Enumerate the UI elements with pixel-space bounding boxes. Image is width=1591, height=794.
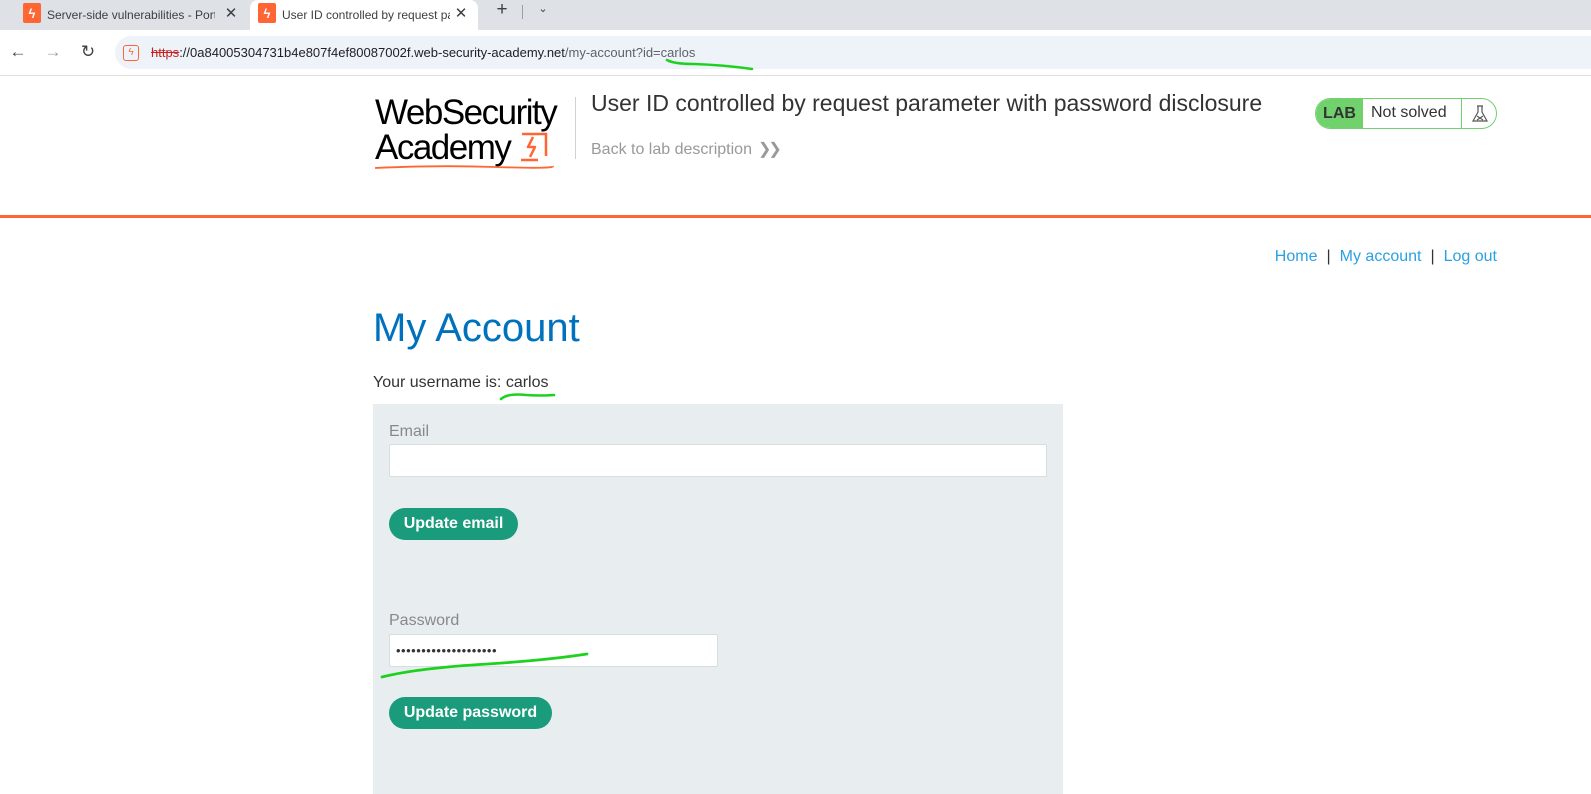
tab-title: Server-side vulnerabilities - Portswigge… — [47, 8, 215, 22]
url-scheme: https — [151, 45, 180, 60]
nav-separator: | — [1430, 248, 1435, 265]
annotation-underline-username — [499, 393, 556, 401]
home-link[interactable]: Home — [1275, 248, 1318, 265]
nav-separator: | — [1326, 248, 1331, 265]
username-line: Your username is: carlos — [373, 374, 549, 392]
password-label: Password — [389, 612, 460, 629]
tab-close-icon[interactable]: ✕ — [224, 6, 238, 21]
url-path: /my-account?id=carlos — [564, 45, 696, 60]
url-host: ://0a84005304731b4e807f4ef80087002f.web-… — [179, 45, 565, 60]
chevron-down-icon[interactable]: ⌄ — [536, 1, 550, 17]
browser-tab-lab[interactable]: ϟ User ID controlled by request paramete… — [250, 0, 478, 30]
header-divider — [575, 97, 576, 159]
flask-icon — [1461, 99, 1496, 128]
logo-underline — [375, 165, 554, 169]
tab-title: User ID controlled by request parameter … — [282, 8, 450, 22]
browser-toolbar: ← → ↻ ϟ https://0a84005304731b4e807f4ef8… — [0, 30, 1591, 76]
site-info-icon[interactable]: ϟ — [123, 44, 139, 61]
my-account-link[interactable]: My account — [1340, 248, 1422, 265]
page-title: My Account — [373, 306, 580, 350]
username-value: carlos — [505, 374, 549, 391]
account-navigation: Home | My account | Log out — [1275, 248, 1497, 266]
portswigger-favicon-icon: ϟ — [258, 3, 276, 23]
plus-icon[interactable]: + — [494, 0, 510, 19]
address-bar[interactable]: ϟ https://0a84005304731b4e807f4ef8008700… — [115, 36, 1591, 69]
forward-arrow-icon[interactable]: → — [44, 43, 62, 61]
header-orange-rule — [0, 215, 1591, 218]
back-arrow-icon[interactable]: ← — [9, 43, 27, 61]
reload-icon[interactable]: ↻ — [79, 43, 97, 61]
update-password-button[interactable]: Update password — [389, 697, 552, 729]
double-chevron-right-icon: ❯❯ — [757, 141, 782, 158]
lab-badge: LAB — [1316, 99, 1363, 128]
browser-tab-server-side[interactable]: ϟ Server-side vulnerabilities - Portswig… — [23, 0, 238, 30]
email-label: Email — [389, 423, 430, 440]
url-text[interactable]: https://0a84005304731b4e807f4ef80087002f… — [151, 45, 695, 60]
tab-divider — [522, 5, 523, 19]
password-field[interactable]: •••••••••••••••••••• — [389, 634, 718, 667]
lab-title: User ID controlled by request parameter … — [591, 90, 1263, 116]
browser-tab-strip: ϟ Server-side vulnerabilities - Portswig… — [0, 0, 1591, 30]
lab-status-widget: LAB Not solved — [1315, 98, 1497, 129]
logo-line-2: Academy — [375, 128, 512, 167]
log-out-link[interactable]: Log out — [1444, 248, 1497, 265]
back-to-lab-description-link[interactable]: Back to lab description ❯❯ — [591, 139, 782, 159]
email-field[interactable] — [389, 444, 1047, 477]
back-link-label: Back to lab description — [591, 141, 752, 158]
tab-close-icon[interactable]: ✕ — [454, 6, 468, 21]
lab-status-text: Not solved — [1371, 104, 1447, 121]
account-form-panel: Email Update email Password ••••••••••••… — [373, 404, 1063, 794]
username-prefix: Your username is: — [373, 374, 506, 391]
update-email-button[interactable]: Update email — [389, 508, 518, 540]
web-security-academy-logo[interactable]: WebSecurity Academy — [375, 92, 575, 170]
lightning-bolt-icon — [521, 132, 548, 162]
portswigger-favicon-icon: ϟ — [23, 3, 41, 23]
logo-line-1: WebSecurity — [375, 93, 558, 132]
